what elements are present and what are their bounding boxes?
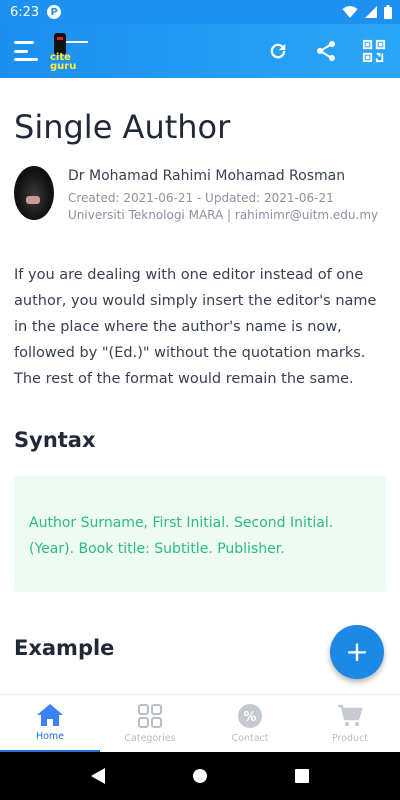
percent-badge-icon: %	[238, 704, 262, 728]
author-name: Dr Mohamad Rahimi Mohamad Rosman	[68, 168, 346, 184]
status-bar: 6:23 P	[0, 0, 400, 24]
syntax-box: Author Surname, First Initial. Second In…	[14, 476, 386, 592]
nav-label-contact: Contact	[231, 733, 269, 744]
syntax-text: Author Surname, First Initial. Second In…	[29, 515, 334, 557]
article-paragraph: If you are dealing with one editor inste…	[14, 267, 377, 387]
plus-icon: +	[345, 635, 369, 668]
syntax-heading: Syntax	[14, 428, 96, 452]
svg-text:%: %	[243, 710, 256, 725]
add-button[interactable]: +	[330, 625, 384, 679]
refresh-icon[interactable]	[266, 39, 290, 63]
author-affiliation: Universiti Teknologi MARA | rahimimr@uit…	[68, 208, 379, 222]
back-icon[interactable]	[90, 767, 106, 785]
page-title: Single Author	[14, 108, 231, 146]
nav-item-home[interactable]: Home	[0, 695, 100, 752]
app-logo: cite guru	[48, 31, 96, 72]
nav-item-categories[interactable]: Categories	[100, 695, 200, 752]
status-icons	[342, 5, 392, 19]
author-meta: Created: 2021-06-21 - Updated: 2021-06-2…	[68, 190, 378, 224]
signal-icon	[365, 6, 377, 18]
bottom-nav: Home Categories % Contact Product	[0, 694, 400, 752]
share-icon[interactable]	[314, 39, 338, 63]
wifi-icon	[342, 6, 358, 18]
article-content[interactable]: Single Author Dr Mohamad Rahimi Mohamad …	[0, 78, 400, 694]
nav-label-home: Home	[35, 731, 65, 742]
cart-icon	[338, 704, 363, 727]
author-dates: Created: 2021-06-21 - Updated: 2021-06-2…	[68, 191, 334, 205]
nav-label-product: Product	[331, 733, 369, 744]
app-notification-icon: P	[47, 5, 62, 19]
menu-icon[interactable]	[14, 41, 38, 61]
author-block: Dr Mohamad Rahimi Mohamad Rosman Created…	[14, 166, 378, 224]
author-info: Dr Mohamad Rahimi Mohamad Rosman Created…	[68, 166, 378, 224]
recents-icon[interactable]	[294, 768, 310, 784]
app-bar-actions	[266, 39, 386, 63]
app-bar: cite guru	[0, 24, 400, 78]
nav-item-contact[interactable]: % Contact	[200, 695, 300, 752]
grid-icon	[138, 704, 162, 728]
battery-icon	[384, 5, 392, 19]
example-heading: Example	[14, 636, 115, 660]
nav-item-product[interactable]: Product	[300, 695, 400, 752]
qr-code-icon[interactable]	[362, 39, 386, 63]
home-icon	[37, 704, 63, 726]
home-circle-icon[interactable]	[192, 768, 208, 784]
system-nav-bar	[0, 752, 400, 800]
avatar	[14, 166, 54, 220]
status-time: 6:23	[10, 4, 40, 20]
nav-label-categories: Categories	[124, 733, 176, 744]
